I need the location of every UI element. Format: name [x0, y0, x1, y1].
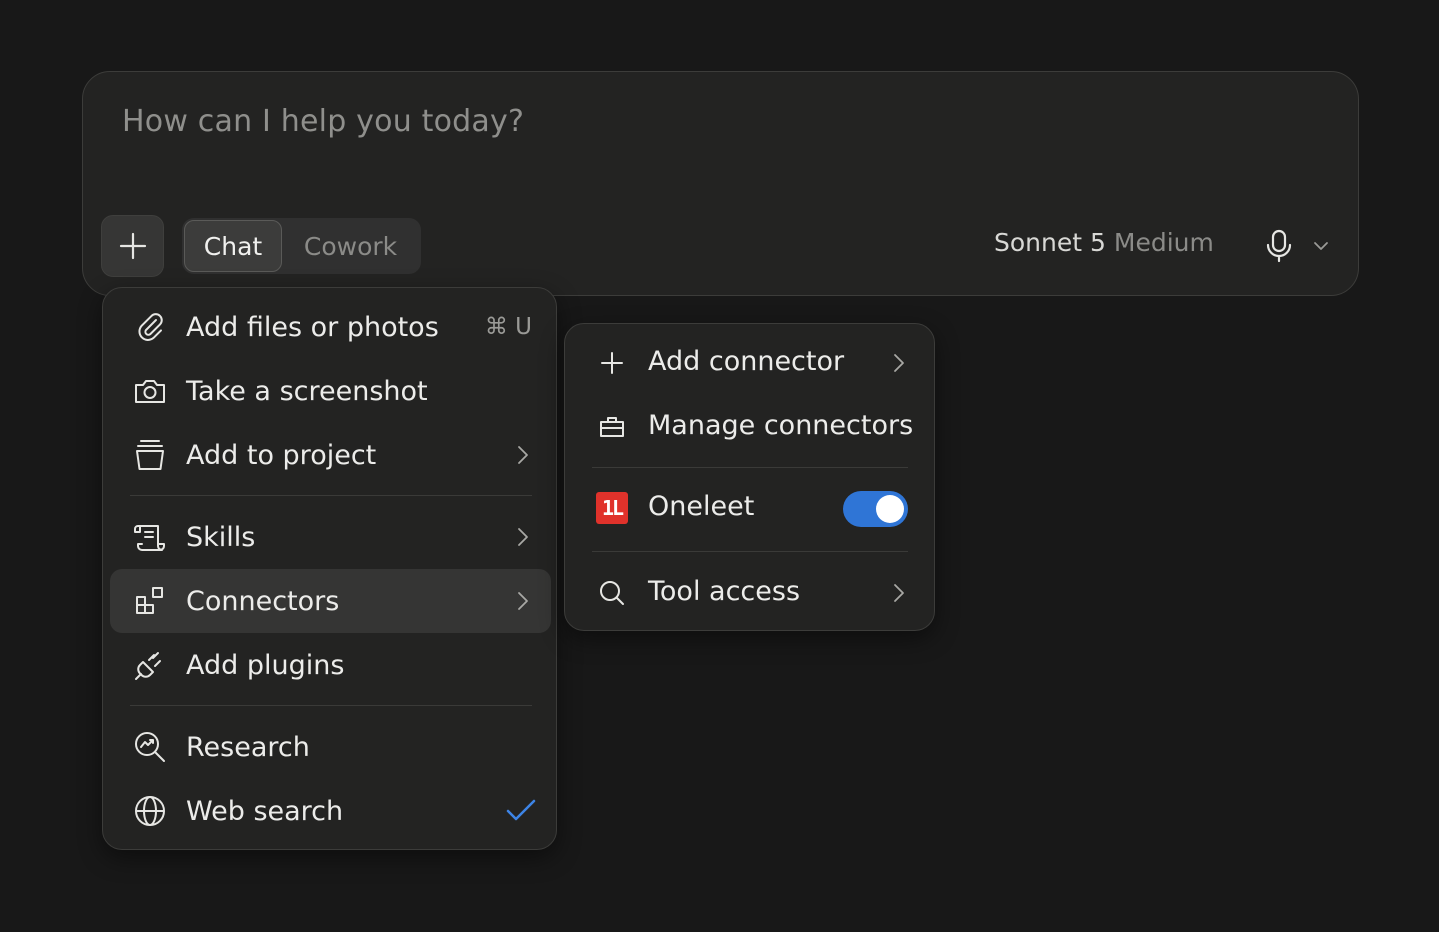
chat-composer[interactable]: How can I help you today? Chat Cowork So… — [82, 71, 1359, 296]
menu-item-label: Add files or photos — [186, 311, 439, 343]
menu-item-add-to-project[interactable]: Add to project — [110, 423, 551, 487]
camera-icon — [133, 374, 167, 408]
chevron-right-icon — [518, 446, 528, 464]
project-icon — [133, 438, 167, 472]
model-name: Sonnet 5 — [994, 228, 1106, 257]
research-icon — [133, 730, 167, 764]
menu-item-connectors[interactable]: Connectors — [110, 569, 551, 633]
menu-item-label: Take a screenshot — [186, 375, 428, 407]
chevron-right-icon — [518, 528, 528, 546]
menu-item-skills[interactable]: Skills — [110, 505, 551, 569]
mode-cowork-tab[interactable]: Cowork — [282, 218, 419, 274]
paperclip-icon — [133, 310, 167, 344]
menu-item-web-search[interactable]: Web search — [110, 779, 551, 843]
submenu-item-label: Add connector — [648, 346, 845, 377]
submenu-item-oneleet[interactable]: 1L Oneleet — [565, 476, 934, 540]
submenu-item-manage-connectors[interactable]: Manage connectors — [565, 395, 934, 459]
attach-menu-button[interactable] — [101, 215, 164, 277]
menu-item-label: Research — [186, 731, 310, 763]
submenu-divider — [592, 467, 908, 468]
submenu-divider — [592, 551, 908, 552]
briefcase-icon — [595, 410, 629, 444]
model-selector[interactable]: Sonnet 5 Medium — [994, 228, 1214, 257]
mode-switcher: Chat Cowork — [182, 218, 421, 274]
connectors-submenu: Add connector Manage connectors 1L Onele… — [564, 323, 935, 631]
menu-item-label: Connectors — [186, 585, 340, 617]
submenu-item-add-connector[interactable]: Add connector — [565, 331, 934, 395]
plug-icon — [133, 648, 167, 682]
menu-item-add-files[interactable]: Add files or photos ⌘ U — [110, 295, 551, 359]
model-effort: Medium — [1113, 228, 1214, 257]
oneleet-logo: 1L — [596, 492, 628, 524]
oneleet-toggle[interactable] — [843, 491, 908, 527]
chevron-down-icon[interactable] — [1311, 236, 1331, 256]
checkmark-icon — [506, 799, 536, 821]
microphone-icon[interactable] — [1264, 229, 1294, 263]
menu-divider — [130, 495, 532, 496]
search-icon — [595, 576, 629, 610]
menu-item-label: Add to project — [186, 439, 377, 471]
menu-divider — [130, 705, 532, 706]
menu-item-add-plugins[interactable]: Add plugins — [110, 633, 551, 697]
menu-item-label: Add plugins — [186, 649, 345, 681]
menu-item-label: Web search — [186, 795, 344, 827]
attach-menu: Add files or photos ⌘ U Take a screensho… — [102, 287, 557, 850]
globe-icon — [133, 794, 167, 828]
menu-item-label: Skills — [186, 521, 256, 553]
mode-chat-tab[interactable]: Chat — [184, 220, 282, 272]
submenu-item-label: Manage connectors — [648, 410, 914, 441]
menu-item-screenshot[interactable]: Take a screenshot — [110, 359, 551, 423]
oneleet-logo-icon: 1L — [595, 491, 629, 525]
submenu-item-label: Tool access — [648, 576, 801, 607]
submenu-item-tool-access[interactable]: Tool access — [565, 561, 934, 625]
blocks-icon — [133, 584, 167, 618]
toggle-knob — [876, 495, 904, 523]
menu-item-research[interactable]: Research — [110, 715, 551, 779]
shortcut-hint: ⌘ U — [484, 314, 532, 340]
chevron-right-icon — [518, 592, 528, 610]
prompt-input[interactable]: How can I help you today? — [122, 104, 524, 139]
plus-icon — [119, 232, 146, 260]
chevron-right-icon — [894, 584, 904, 602]
chevron-right-icon — [894, 354, 904, 372]
scroll-icon — [133, 520, 167, 554]
plus-icon — [595, 346, 629, 380]
submenu-item-label: Oneleet — [648, 491, 755, 522]
